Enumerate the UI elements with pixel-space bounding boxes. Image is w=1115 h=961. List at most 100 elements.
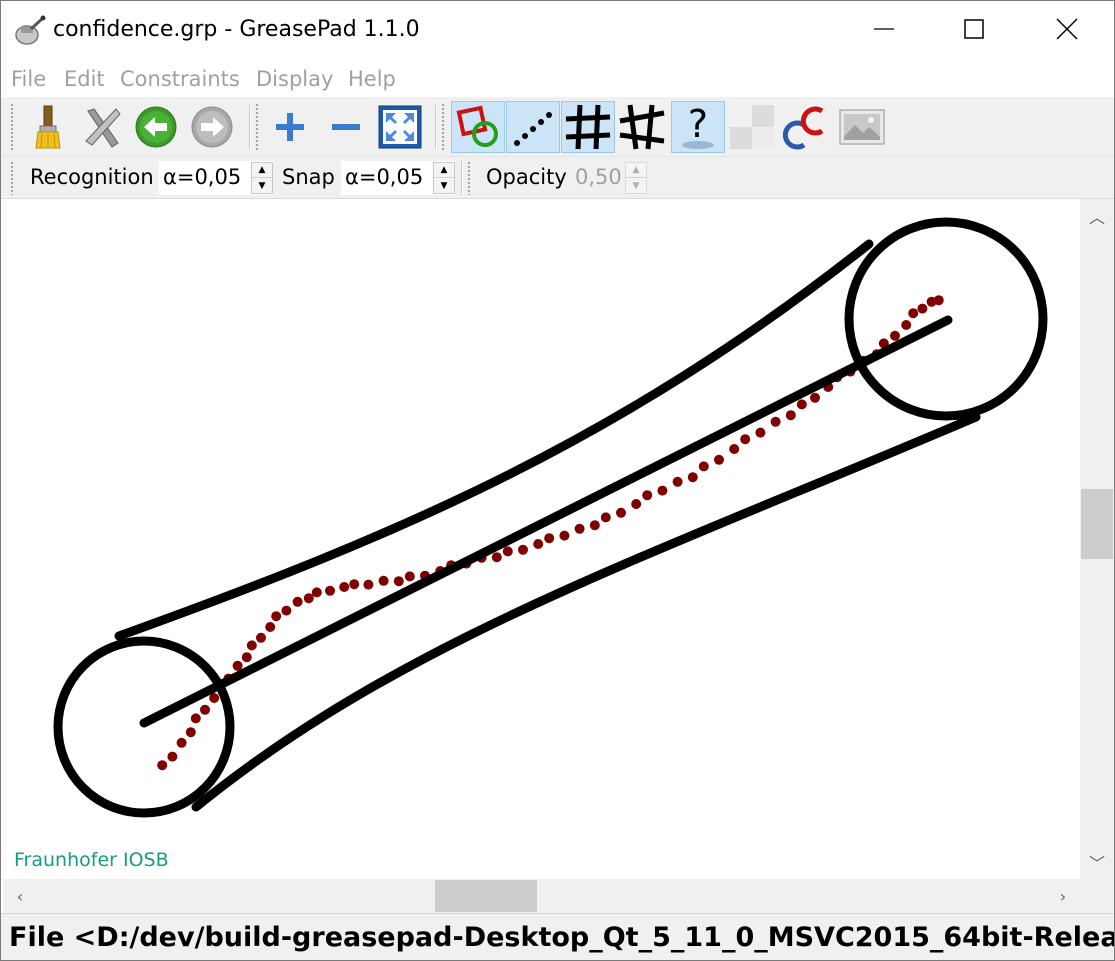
stroke-point: [363, 579, 374, 590]
toolbar-grip[interactable]: [10, 161, 14, 195]
stroke-point: [167, 751, 178, 762]
spin-up-icon[interactable]: ▲: [434, 163, 454, 178]
stroke-point: [518, 544, 528, 555]
menu-edit[interactable]: Edit: [64, 67, 105, 91]
stroke-points: [157, 295, 944, 771]
vertical-scroll-thumb[interactable]: [1081, 489, 1113, 559]
constraint-color-icon: [782, 103, 830, 151]
help-button[interactable]: ?: [671, 101, 725, 153]
brand-label: Fraunhofer IOSB: [14, 849, 169, 871]
stroke-point: [890, 330, 900, 341]
background-image-icon: [839, 109, 885, 145]
spin-up-icon[interactable]: ▲: [252, 163, 272, 178]
background-image-button[interactable]: [835, 101, 889, 153]
drawing-canvas[interactable]: Fraunhofer IOSB: [3, 199, 1080, 879]
status-bar: File <D:/dev/build-greasepad-Desktop_Qt_…: [1, 913, 1114, 960]
stroke-point: [303, 593, 314, 604]
zoom-out-icon: [329, 110, 363, 144]
menu-constraints[interactable]: Constraints: [120, 67, 240, 91]
stroke-point: [616, 507, 626, 518]
stroke-point: [325, 585, 335, 596]
opacity-value[interactable]: 0,50: [575, 165, 622, 189]
scroll-left-icon[interactable]: ‹: [3, 879, 37, 913]
snap-spin-buttons[interactable]: ▲ ▼: [433, 162, 455, 194]
stroke-point: [544, 533, 555, 544]
show-unconstrained-button[interactable]: [615, 101, 669, 153]
spin-down-icon[interactable]: ▼: [434, 178, 454, 193]
spin-up-icon[interactable]: ▲: [626, 163, 646, 178]
stroke-point: [917, 303, 928, 314]
show-uncertainty-button[interactable]: [451, 101, 505, 153]
greasepad-icon: [13, 15, 47, 47]
stroke-point: [256, 632, 266, 643]
zoom-out-button[interactable]: [319, 101, 373, 153]
fit-to-view-button[interactable]: [373, 101, 427, 153]
minimize-icon: [874, 19, 894, 43]
maximize-button[interactable]: [928, 1, 1020, 61]
zoom-in-button[interactable]: [263, 101, 317, 153]
svg-text:?: ?: [688, 103, 708, 146]
toolbar-grip[interactable]: [441, 103, 445, 151]
spin-down-icon[interactable]: ▼: [252, 178, 272, 193]
redo-button[interactable]: [185, 101, 239, 153]
stroke-point: [714, 454, 724, 465]
fitted-line-segment[interactable]: [139, 315, 953, 728]
toolbar-separator: [249, 105, 251, 149]
stroke-point: [241, 652, 252, 663]
undo-arrow-icon: [134, 105, 178, 149]
scroll-right-icon[interactable]: ›: [1046, 879, 1080, 913]
stroke-point: [796, 399, 807, 410]
spin-down-icon[interactable]: ▼: [626, 178, 646, 193]
close-button[interactable]: [1021, 1, 1113, 61]
scroll-up-icon[interactable]: ︿: [1080, 199, 1114, 233]
show-unconstrained-icon: [618, 103, 666, 151]
snap-value[interactable]: α=0,05: [345, 165, 423, 189]
minimize-button[interactable]: [838, 1, 930, 61]
menu-help[interactable]: Help: [348, 67, 396, 91]
menu-bar: File Edit Constraints Display Help: [1, 61, 1114, 97]
stroke-point: [502, 546, 513, 557]
horizontal-scrollbar[interactable]: ‹ ›: [3, 879, 1080, 913]
snap-label: Snap: [282, 165, 335, 189]
confidence-hyperbola-lower[interactable]: [191, 412, 981, 812]
menu-file[interactable]: File: [11, 67, 46, 91]
menu-display[interactable]: Display: [256, 67, 333, 91]
scroll-down-icon[interactable]: ﹀: [1080, 845, 1114, 879]
delete-button[interactable]: [75, 101, 129, 153]
confidence-hyperbola-upper[interactable]: [114, 239, 874, 641]
stroke-point: [755, 427, 766, 438]
recognition-spin-buttons[interactable]: ▲ ▼: [251, 162, 273, 194]
recognition-spinbox[interactable]: α=0,05 ▲ ▼: [159, 161, 273, 195]
stroke-point: [185, 727, 196, 738]
status-message: File <D:/dev/build-greasepad-Desktop_Qt_…: [9, 922, 1114, 953]
toolbar-grip[interactable]: [255, 103, 259, 151]
show-uncertainty-icon: [456, 105, 500, 149]
stroke-point: [176, 737, 187, 748]
snap-spinbox[interactable]: α=0,05 ▲ ▼: [341, 161, 455, 195]
stroke-point: [157, 760, 168, 771]
title-bar[interactable]: confidence.grp - GreasePad 1.1.0: [1, 1, 1114, 61]
stroke-point: [491, 552, 502, 563]
stroke-point: [589, 520, 600, 531]
brush-button[interactable]: [21, 101, 75, 153]
opacity-spin-buttons[interactable]: ▲ ▼: [625, 162, 647, 194]
colorize-button[interactable]: [725, 101, 779, 153]
stroke-point: [729, 444, 740, 454]
fit-to-view-icon: [378, 105, 422, 149]
show-strokes-button[interactable]: [506, 101, 560, 153]
redo-arrow-icon: [190, 105, 234, 149]
constraint-color-button[interactable]: [779, 101, 833, 153]
horizontal-scroll-thumb[interactable]: [435, 880, 537, 912]
main-window: confidence.grp - GreasePad 1.1.0 File Ed…: [0, 0, 1115, 961]
show-constraints-button[interactable]: [561, 101, 615, 153]
stroke-point: [393, 576, 404, 587]
vertical-scrollbar[interactable]: ︿ ﹀: [1080, 199, 1114, 879]
stroke-point: [672, 476, 683, 487]
sketch-graphics[interactable]: [3, 199, 1080, 879]
recognition-value[interactable]: α=0,05: [163, 165, 241, 189]
toolbar-grip[interactable]: [467, 161, 471, 195]
opacity-spinbox[interactable]: 0,50 ▲ ▼: [571, 161, 647, 195]
toolbar-grip[interactable]: [10, 103, 14, 151]
undo-button[interactable]: [129, 101, 183, 153]
stroke-point: [349, 579, 360, 590]
